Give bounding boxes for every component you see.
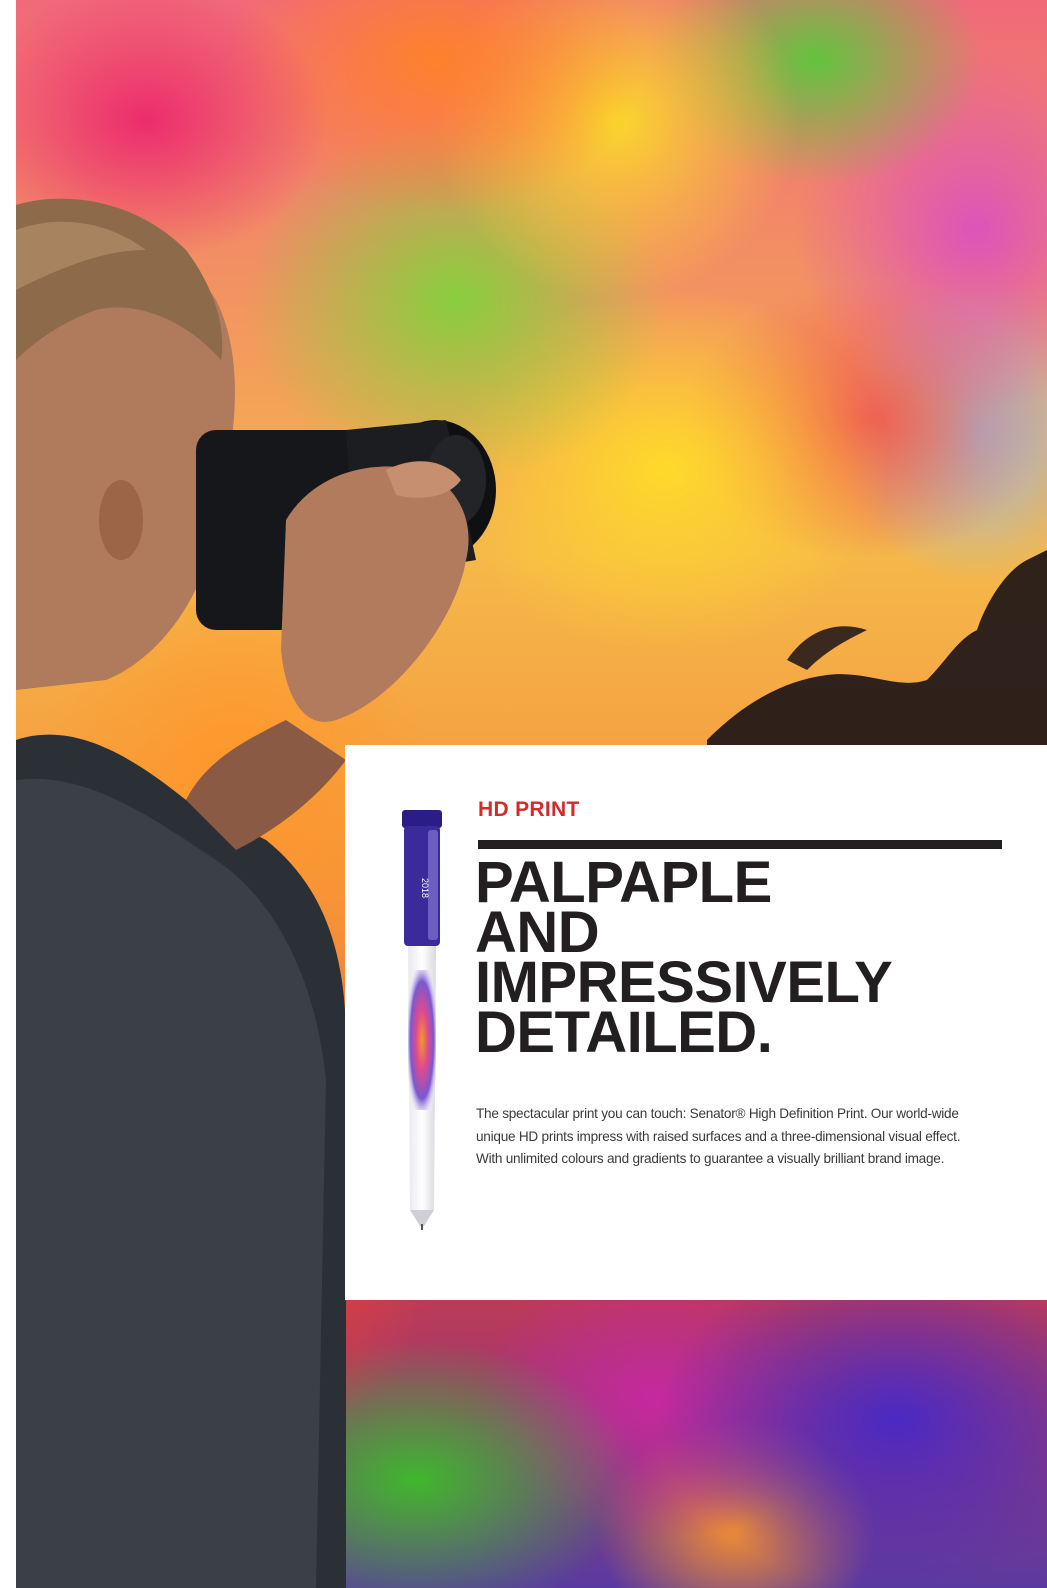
body-line: With unlimited colours and gradients to … xyxy=(476,1151,945,1166)
hd-print-card: 2018 HD PRINT PALPAPLE AND IMPRESSIVELY … xyxy=(345,745,1047,1300)
body-copy: The spectacular print you can touch: Sen… xyxy=(476,1103,1016,1171)
divider-rule xyxy=(478,840,1002,849)
section-eyebrow: HD PRINT xyxy=(478,798,580,821)
headline-line: DETAILED. xyxy=(475,1000,773,1065)
body-line: unique HD prints impress with raised sur… xyxy=(476,1128,961,1144)
headline: PALPAPLE AND IMPRESSIVELY DETAILED. xyxy=(475,854,1015,1065)
body-line: The spectacular print you can touch: Sen… xyxy=(476,1106,959,1121)
svg-text:2018: 2018 xyxy=(420,878,430,898)
pen-product-icon: 2018 xyxy=(400,810,444,1230)
raised-hands-silhouette xyxy=(707,540,1047,750)
